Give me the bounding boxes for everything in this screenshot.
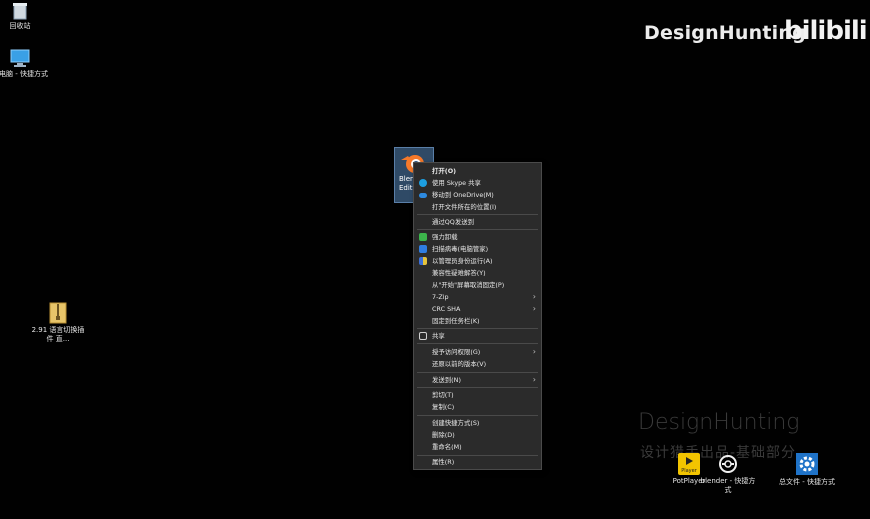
blender-shortcut-icon [719,455,737,473]
menu-item-pin-taskbar[interactable]: 固定到任务栏(K) [414,315,541,327]
menu-item-7zip[interactable]: 7-Zip › [414,291,541,303]
shield-scan-icon [419,245,427,253]
admin-shield-icon [419,257,427,265]
menu-separator [417,229,538,230]
menu-item-compat-troubleshoot[interactable]: 兼容性疑难解答(Y) [414,267,541,279]
menu-item-send-to[interactable]: 发送到(N) › [414,374,541,386]
onedrive-icon [419,193,427,198]
desktop-icon-label: 2.91 语言切换插件 直... [31,326,85,343]
bilibili-logo: bilibili [784,16,868,46]
menu-separator [417,415,538,416]
menu-separator [417,387,538,388]
recycle-bin-icon [13,3,27,20]
menu-item-rename[interactable]: 重命名(M) [414,441,541,453]
desktop-icon-label: 回收站 [9,22,31,30]
zip-folder-icon [49,302,67,324]
menu-item-move-onedrive[interactable]: 移动到 OneDrive(M) [414,189,541,201]
menu-item-crc-sha[interactable]: CRC SHA › [414,303,541,315]
menu-item-cut[interactable]: 剪切(T) [414,389,541,401]
chevron-right-icon: › [532,304,536,313]
menu-item-virus-scan[interactable]: 扫描病毒(电脑管家) [414,243,541,255]
desktop-icon-this-pc[interactable]: 此电脑 - 快捷方式 [0,48,48,79]
menu-item-delete[interactable]: 删除(D) [414,429,541,441]
menu-item-unpin-start[interactable]: 从"开始"屏幕取消固定(P) [414,279,541,291]
desktop-icon-total-files[interactable]: 总文件 - 快捷方式 [779,452,835,487]
menu-item-properties[interactable]: 属性(R) [414,456,541,468]
menu-separator [417,328,538,329]
menu-item-run-as-admin[interactable]: 以管理员身份运行(A) [414,255,541,267]
brand-logo-text: DesignHunting [644,22,806,44]
potplayer-icon: Player [678,453,700,475]
desktop-icon-label: blender - 快捷方式 [700,477,756,494]
menu-item-grant-access[interactable]: 授予访问权限(G) › [414,346,541,358]
chevron-right-icon: › [532,292,536,301]
menu-item-open[interactable]: 打开(O) [414,165,541,177]
desktop-icon-label: 此电脑 - 快捷方式 [0,70,48,78]
uninstall-icon [419,233,427,241]
gear-icon [796,453,818,475]
context-menu: 打开(O) 使用 Skype 共享 移动到 OneDrive(M) 打开文件所在… [413,162,542,470]
computer-icon [10,49,30,67]
menu-item-share[interactable]: 共享 [414,330,541,342]
desktop-icon-blender-shortcut[interactable]: blender - 快捷方式 [700,453,756,495]
menu-item-force-uninstall[interactable]: 强力卸载 [414,231,541,243]
menu-separator [417,372,538,373]
play-icon [686,457,693,465]
skype-icon [419,179,427,187]
desktop-icon-zip-plugin[interactable]: 2.91 语言切换插件 直... [30,302,86,344]
chevron-right-icon: › [532,375,536,384]
chevron-right-icon: › [532,347,536,356]
menu-item-copy[interactable]: 复制(C) [414,401,541,413]
menu-item-create-shortcut[interactable]: 创建快捷方式(S) [414,417,541,429]
potplayer-badge: Player [681,468,697,474]
menu-separator [417,343,538,344]
desktop-icon-label: 总文件 - 快捷方式 [779,478,835,486]
watermark-text: DesignHunting [638,410,800,435]
menu-item-restore-versions[interactable]: 还原以前的版本(V) [414,358,541,370]
menu-item-open-location[interactable]: 打开文件所在的位置(I) [414,201,541,213]
menu-separator [417,214,538,215]
share-icon [419,332,427,340]
menu-item-send-qq[interactable]: 通过QQ发送到 [414,216,541,228]
desktop-icon-recycle-bin[interactable]: 回收站 [0,2,48,31]
menu-item-skype-share[interactable]: 使用 Skype 共享 [414,177,541,189]
